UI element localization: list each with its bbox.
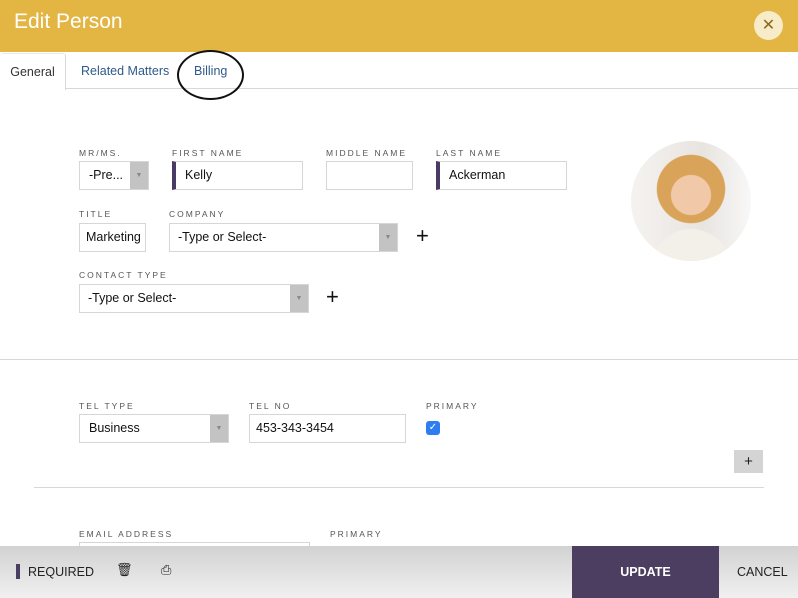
company-value: -Type or Select- (178, 230, 267, 244)
company-select[interactable]: -Type or Select- ▼ (169, 223, 398, 252)
close-icon: ✕ (761, 17, 776, 34)
salutation-label: MR/MS. (79, 148, 122, 158)
section-divider (0, 359, 798, 360)
last-name-label: LAST NAME (436, 148, 503, 158)
tel-no-input[interactable]: 453-343-3454 (249, 414, 406, 443)
tel-type-label: TEL TYPE (79, 401, 135, 411)
print-button[interactable]: ⎙ (161, 562, 171, 578)
last-name-input[interactable]: Ackerman (436, 161, 567, 190)
tel-no-label: TEL NO (249, 401, 292, 411)
contact-type-label: CONTACT TYPE (79, 270, 168, 280)
contact-type-select[interactable]: -Type or Select- ▼ (79, 284, 309, 313)
cancel-button[interactable]: CANCEL (737, 565, 788, 579)
annotation-circle (177, 50, 244, 100)
chevron-down-icon: ▼ (130, 162, 148, 189)
email-label: EMAIL ADDRESS (79, 529, 174, 539)
phone-divider (34, 487, 764, 488)
printer-icon: ⎙ (161, 562, 172, 577)
title-label: TITLE (79, 209, 113, 219)
salutation-select[interactable]: -Pre... ▼ (79, 161, 149, 190)
email-primary-label: PRIMARY (330, 529, 383, 539)
delete-button[interactable]: 🗑 (116, 562, 133, 578)
chevron-down-icon: ▼ (210, 415, 228, 442)
first-name-label: FIRST NAME (172, 148, 244, 158)
first-name-input[interactable]: Kelly (172, 161, 303, 190)
tel-primary-checkbox[interactable]: ✓ (426, 421, 440, 435)
update-button[interactable]: UPDATE (572, 546, 719, 598)
tab-related-matters[interactable]: Related Matters (81, 53, 169, 89)
contact-type-value: -Type or Select- (88, 291, 177, 305)
chevron-down-icon: ▼ (379, 224, 397, 251)
profile-photo[interactable] (631, 141, 751, 261)
add-contact-type-button[interactable]: + (326, 284, 339, 309)
tel-type-select[interactable]: Business ▼ (79, 414, 229, 443)
plus-icon: + (326, 284, 339, 309)
add-company-button[interactable]: + (416, 223, 429, 248)
required-marker (16, 564, 20, 579)
check-icon: ✓ (428, 422, 438, 433)
middle-name-input[interactable] (326, 161, 413, 190)
required-legend: REQUIRED (28, 565, 94, 579)
plus-icon: + (744, 453, 753, 470)
plus-icon: + (416, 223, 429, 248)
dialog-title: Edit Person (14, 10, 123, 33)
salutation-value: -Pre... (89, 168, 124, 182)
middle-name-label: MIDDLE NAME (326, 148, 408, 158)
tel-primary-label: PRIMARY (426, 401, 479, 411)
add-phone-button[interactable]: + (734, 450, 763, 473)
tab-general[interactable]: General (0, 53, 66, 90)
title-input[interactable]: Marketing S (79, 223, 146, 252)
chevron-down-icon: ▼ (290, 285, 308, 312)
tel-type-value: Business (89, 421, 140, 435)
close-button[interactable]: ✕ (754, 11, 783, 40)
trash-icon: 🗑 (116, 562, 133, 577)
company-label: COMPANY (169, 209, 226, 219)
